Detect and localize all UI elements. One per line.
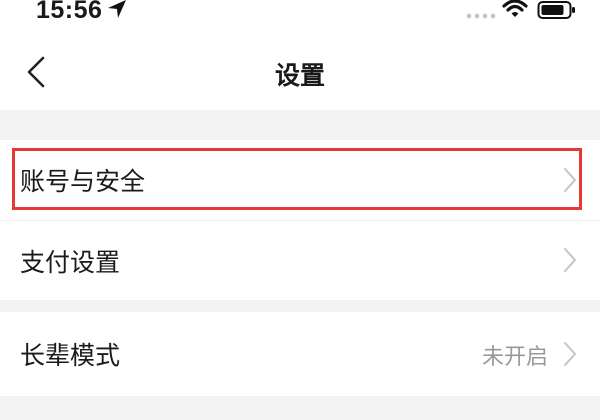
settings-item-payment[interactable]: 支付设置 (0, 221, 600, 300)
settings-item-label: 长辈模式 (20, 341, 121, 370)
chevron-right-icon (564, 248, 576, 272)
battery-icon (537, 0, 577, 24)
chevron-right-icon (564, 168, 576, 192)
signal-icon (466, 6, 496, 25)
navigation-bar: 设置 (0, 30, 600, 110)
location-arrow-icon (106, 0, 128, 24)
chevron-right-icon (564, 342, 576, 366)
settings-item-account-security[interactable]: 账号与安全 (0, 140, 600, 220)
settings-item-label: 支付设置 (20, 248, 121, 277)
status-bar: 15:56 (0, 0, 600, 30)
elder-mode-status: 未开启 (481, 345, 548, 370)
wifi-icon (502, 0, 528, 24)
page-title: 设置 (274, 61, 325, 90)
settings-item-label: 账号与安全 (20, 167, 146, 196)
status-time: 15:56 (36, 0, 103, 24)
settings-item-elder-mode[interactable]: 长辈模式 未开启 (0, 312, 600, 396)
